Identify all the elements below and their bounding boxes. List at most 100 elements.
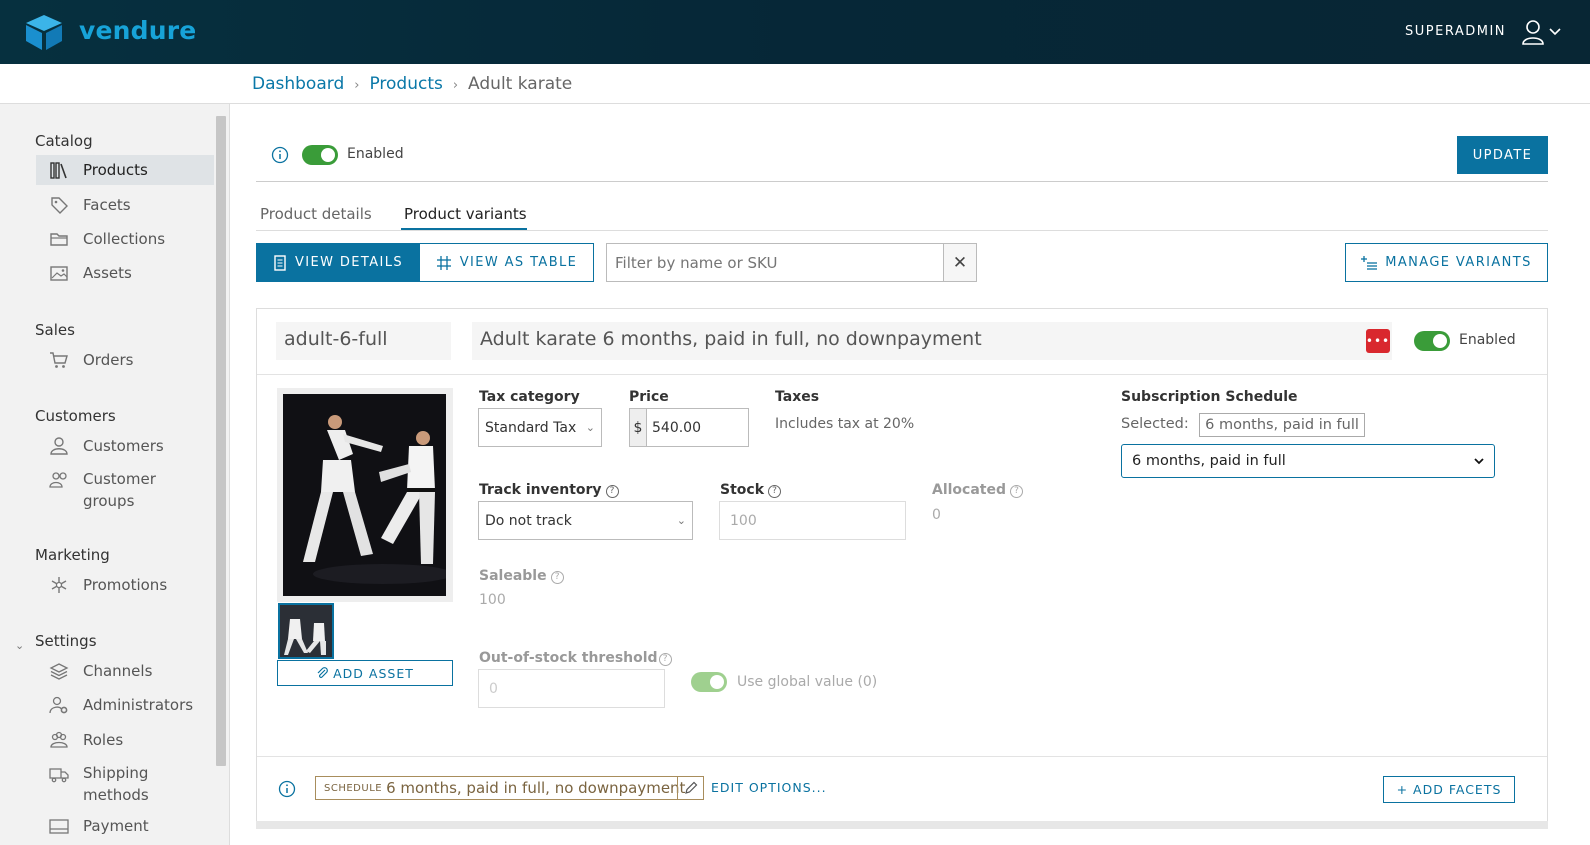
user-settings-icon — [49, 696, 68, 714]
sidebar-item-label: Administrators — [83, 696, 194, 714]
table-grid-icon — [436, 255, 451, 270]
help-icon[interactable]: ? — [658, 653, 672, 666]
sidebar-item-payment[interactable]: Payment — [36, 814, 214, 838]
price-label: Price — [629, 389, 669, 405]
sidebar-item-label: Roles — [83, 731, 124, 749]
sidebar-item-products[interactable]: Products — [36, 155, 214, 185]
oos-text: Out-of-stock threshold — [479, 650, 658, 666]
folder-icon — [50, 233, 68, 246]
vendure-logo-icon[interactable] — [22, 13, 66, 51]
add-facets-button[interactable]: + ADD FACETS — [1383, 776, 1515, 803]
sidebar-item-label: Assets — [83, 264, 132, 282]
top-header: vendure SUPERADMIN — [0, 0, 1590, 64]
tax-category-select[interactable]: Standard Tax ⌄ — [478, 408, 602, 447]
out-of-stock-threshold-label: Out-of-stock threshold? — [479, 650, 672, 666]
use-global-value-toggle[interactable] — [691, 672, 727, 692]
library-icon — [50, 162, 67, 179]
sidebar-item-administrators[interactable]: Administrators — [36, 693, 214, 717]
sidebar-section-settings[interactable]: Settings — [35, 632, 97, 650]
sidebar-item-label: Orders — [83, 351, 134, 369]
variant-enabled-toggle[interactable] — [1414, 331, 1450, 351]
track-inventory-text: Track inventory — [479, 482, 602, 498]
price-input[interactable]: 540.00 — [646, 408, 749, 447]
sidebar-item-assets[interactable]: Assets — [36, 261, 214, 285]
sidebar-item-customer-groups[interactable]: Customer groups — [36, 468, 214, 512]
stock-input[interactable]: 100 — [719, 501, 906, 540]
sidebar-item-orders[interactable]: Orders — [36, 348, 214, 372]
filter-input[interactable] — [606, 243, 944, 282]
breadcrumb-bar: Dashboard › Products › Adult karate — [0, 64, 1590, 104]
view-as-table-button[interactable]: VIEW AS TABLE — [419, 243, 594, 282]
sidebar-item-collections[interactable]: Collections — [36, 227, 214, 251]
sidebar-item-label: Promotions — [83, 576, 168, 594]
add-asset-button[interactable]: ADD ASSET — [277, 660, 453, 686]
tab-product-variants[interactable]: Product variants — [404, 205, 527, 223]
help-icon[interactable]: ? — [768, 485, 782, 498]
sidebar-scrollbar[interactable] — [216, 116, 226, 766]
user-name[interactable]: SUPERADMIN — [1405, 24, 1506, 39]
track-inventory-select[interactable]: Do not track ⌄ — [478, 501, 693, 540]
user-menu-icon[interactable] — [1521, 18, 1563, 46]
variant-enabled-label: Enabled — [1459, 332, 1516, 348]
edit-options-link[interactable]: EDIT OPTIONS... — [711, 780, 827, 795]
product-enabled-toggle[interactable] — [302, 145, 338, 165]
info-icon[interactable] — [278, 780, 296, 798]
tab-product-details[interactable]: Product details — [260, 205, 372, 223]
use-global-value-label: Use global value (0) — [737, 674, 878, 690]
schedule-select-value: 6 months, paid in full — [1132, 453, 1286, 469]
sidebar-item-roles[interactable]: Roles — [36, 728, 214, 752]
breadcrumb-products[interactable]: Products — [369, 74, 442, 94]
breadcrumb-separator: › — [354, 78, 360, 93]
image-gallery-icon — [50, 266, 68, 281]
user-icon — [50, 437, 68, 455]
karate-photo-icon — [283, 394, 446, 596]
featured-asset-image[interactable] — [283, 394, 446, 596]
info-icon[interactable] — [271, 146, 289, 164]
chevron-down-icon — [1474, 458, 1484, 465]
help-icon[interactable]: ? — [550, 571, 564, 584]
more-options-icon[interactable]: ••• — [1366, 329, 1390, 353]
manage-variants-button[interactable]: MANAGE VARIANTS — [1345, 243, 1548, 282]
edit-icon — [684, 781, 697, 794]
saleable-value: 100 — [479, 592, 506, 608]
variant-sku-field[interactable]: adult-6-full — [276, 322, 451, 360]
allocated-label: Allocated? — [932, 482, 1024, 498]
tax-category-label: Tax category — [479, 389, 580, 405]
sidebar-item-customers[interactable]: Customers — [36, 434, 214, 458]
sidebar-item-facets[interactable]: Facets — [36, 193, 214, 217]
sidebar-item-promotions[interactable]: Promotions — [36, 573, 214, 597]
saleable-text: Saleable — [479, 568, 547, 584]
sidebar-section-marketing: Marketing — [35, 546, 110, 564]
sidebar-item-label: Customers — [83, 437, 164, 455]
chevron-down-icon: ⌄ — [585, 421, 595, 434]
close-icon[interactable]: ✕ — [943, 243, 977, 282]
breadcrumb-dashboard[interactable]: Dashboard — [252, 74, 344, 94]
list-add-icon — [1361, 255, 1378, 270]
option-chip: SCHEDULE 6 months, paid in full, no down… — [315, 776, 704, 800]
asset-thumbnail[interactable] — [278, 603, 334, 659]
variant-name-field[interactable]: Adult karate 6 months, paid in full, no … — [472, 322, 1392, 360]
brand-name[interactable]: vendure — [79, 16, 196, 45]
shopping-cart-icon — [50, 352, 68, 368]
schedule-select[interactable]: 6 months, paid in full — [1121, 444, 1495, 478]
help-icon[interactable]: ? — [605, 485, 619, 498]
pencil-icon[interactable] — [677, 777, 703, 799]
update-button[interactable]: UPDATE — [1457, 136, 1548, 174]
tax-category-value: Standard Tax — [485, 419, 577, 436]
users-icon — [50, 731, 68, 748]
view-details-button[interactable]: VIEW DETAILS — [256, 243, 420, 282]
help-icon[interactable]: ? — [1010, 485, 1024, 498]
selected-label: Selected: — [1121, 416, 1189, 432]
sidebar-item-shipping-methods[interactable]: Shipping methods — [36, 762, 214, 806]
chevron-down-icon[interactable]: ⌄ — [15, 639, 24, 652]
sidebar-item-channels[interactable]: Channels — [36, 659, 214, 683]
card-divider — [257, 374, 1547, 375]
view-as-table-label: VIEW AS TABLE — [459, 255, 578, 270]
out-of-stock-threshold-input[interactable]: 0 — [478, 669, 665, 708]
asterisk-icon — [51, 577, 67, 593]
stock-text: Stock — [720, 482, 765, 498]
stock-label: Stock? — [720, 482, 782, 498]
sidebar-item-label: Facets — [83, 196, 131, 214]
sidebar-section-sales: Sales — [35, 321, 75, 339]
manage-variants-label: MANAGE VARIANTS — [1385, 255, 1532, 270]
